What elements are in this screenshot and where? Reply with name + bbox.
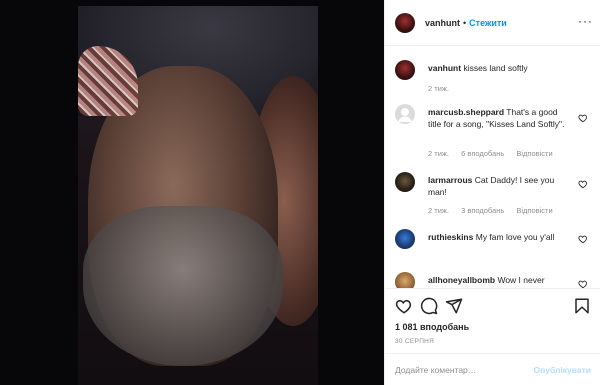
comment-item: larmarrous Cat Daddy! I see you man! 2 т… xyxy=(395,172,595,218)
heart-icon[interactable] xyxy=(578,179,588,189)
comment-avatar[interactable] xyxy=(395,172,415,192)
reply-button[interactable]: Відповісти xyxy=(516,206,552,215)
add-comment-bar: Опублікувати xyxy=(385,353,600,385)
comment-item: ruthieskins My fam love you y'all xyxy=(395,229,595,259)
comment-text-block: allhoneyallbomb Wow I never xyxy=(428,274,566,286)
comment-likes[interactable]: 3 вподобань xyxy=(461,206,504,215)
comment-icon[interactable] xyxy=(420,297,438,315)
comment-time[interactable]: 2 тиж. xyxy=(428,149,449,158)
comment-input[interactable] xyxy=(395,365,525,375)
comment-meta: 2 тиж. 3 вподобань Відповісти xyxy=(428,206,563,215)
photo-beard-region xyxy=(83,206,283,366)
comment-meta: 2 тиж. 6 вподобань Відповісти xyxy=(428,149,563,158)
more-options-icon[interactable]: ··· xyxy=(578,14,593,28)
publish-button[interactable]: Опублікувати xyxy=(534,365,591,375)
comment-avatar[interactable] xyxy=(395,104,415,124)
post-date[interactable]: 30 СЕРПНЯ xyxy=(395,338,434,345)
likes-count[interactable]: 1 081 вподобань xyxy=(395,322,469,332)
comment-item: marcusb.sheppard That's a good title for… xyxy=(395,104,595,162)
default-avatar-icon xyxy=(398,108,412,122)
caption-meta: 2 тиж. xyxy=(428,84,459,93)
heart-icon[interactable] xyxy=(578,279,588,288)
caption-text: kisses land softly xyxy=(463,63,528,73)
comment-text: My fam love you y'all xyxy=(475,232,555,242)
comment-text-block: marcusb.sheppard That's a good title for… xyxy=(428,106,566,130)
reply-button[interactable]: Відповісти xyxy=(516,149,552,158)
comment-avatar[interactable] xyxy=(395,229,415,249)
comment-item: allhoneyallbomb Wow I never xyxy=(395,272,595,288)
photo-pane xyxy=(0,0,384,385)
caption-time[interactable]: 2 тиж. xyxy=(428,84,449,93)
heart-icon[interactable] xyxy=(395,297,413,315)
comment-text: Wow I never xyxy=(497,275,545,285)
comment-likes[interactable]: 6 вподобань xyxy=(461,149,504,158)
comment-text-block: larmarrous Cat Daddy! I see you man! xyxy=(428,174,566,198)
caption-item: vanhunt kisses land softly 2 тиж. xyxy=(395,60,595,100)
follow-button[interactable]: Стежити xyxy=(469,18,507,28)
comment-username[interactable]: allhoneyallbomb xyxy=(428,275,495,285)
comment-time[interactable]: 2 тиж. xyxy=(428,206,449,215)
caption-text-block: vanhunt kisses land softly xyxy=(428,62,566,74)
heart-icon[interactable] xyxy=(578,113,588,123)
separator-dot: • xyxy=(463,17,467,28)
comment-username[interactable]: marcusb.sheppard xyxy=(428,107,504,117)
post-sidebar: vanhunt • Стежити ··· vanhunt kisses lan… xyxy=(384,0,600,385)
author-username[interactable]: vanhunt xyxy=(425,18,460,28)
share-icon[interactable] xyxy=(445,297,463,315)
bookmark-icon[interactable] xyxy=(573,297,591,315)
post-photo[interactable] xyxy=(78,6,318,385)
post-header: vanhunt • Стежити ··· xyxy=(385,0,600,46)
caption-avatar[interactable] xyxy=(395,60,415,80)
heart-icon[interactable] xyxy=(578,234,588,244)
comment-text-block: ruthieskins My fam love you y'all xyxy=(428,231,566,243)
comment-avatar[interactable] xyxy=(395,272,415,288)
comment-username[interactable]: larmarrous xyxy=(428,175,472,185)
author-avatar[interactable] xyxy=(395,12,415,33)
post-actions: 1 081 вподобань 30 СЕРПНЯ Опублікувати xyxy=(385,288,600,385)
comment-username[interactable]: ruthieskins xyxy=(428,232,473,242)
caption-username[interactable]: vanhunt xyxy=(428,63,461,73)
comments-list[interactable]: vanhunt kisses land softly 2 тиж. marcus… xyxy=(385,46,600,288)
